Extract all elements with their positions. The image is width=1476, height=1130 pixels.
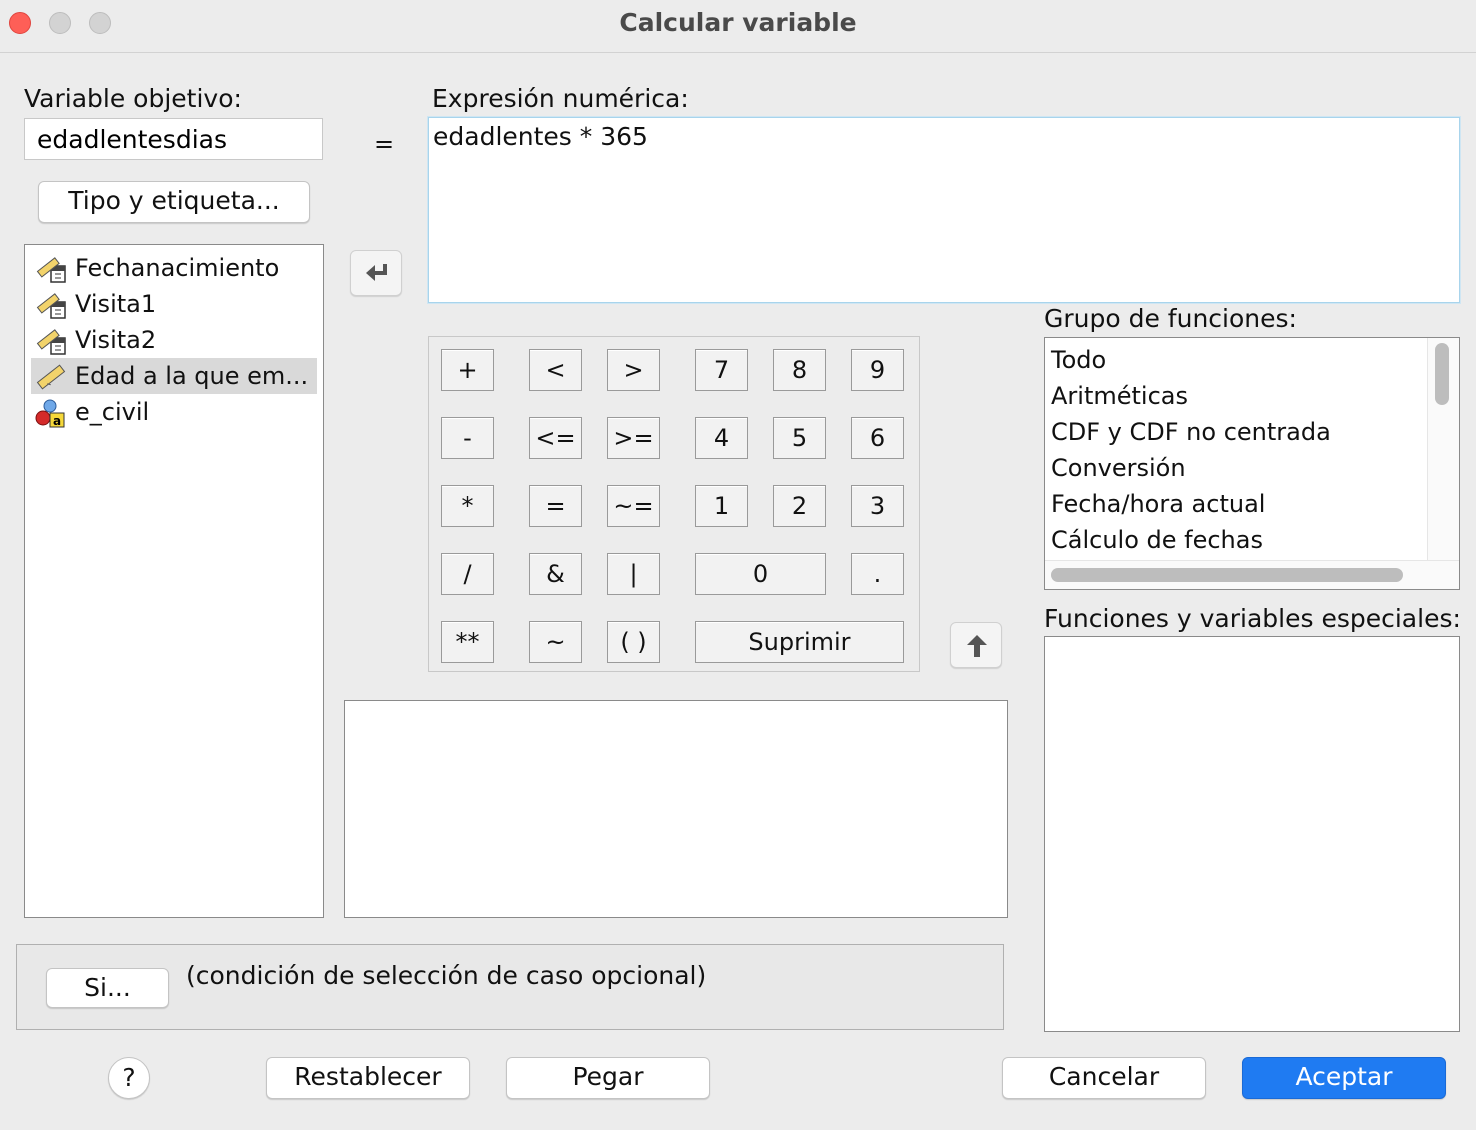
variable-item-fechanacimiento[interactable]: Fechanacimiento <box>31 250 317 286</box>
title-bar: Calcular variable <box>0 0 1476 53</box>
function-group-item[interactable]: Fecha/hora actual <box>1051 486 1265 522</box>
paste-button[interactable]: Pegar <box>506 1057 710 1099</box>
scale-date-icon <box>36 293 66 319</box>
key-minus[interactable]: - <box>441 417 494 459</box>
variable-item-e-civil[interactable]: a e_civil <box>31 394 317 430</box>
svg-text:a: a <box>53 414 61 428</box>
type-label-button[interactable]: Tipo y etiqueta... <box>38 181 310 223</box>
function-description-box <box>344 700 1008 918</box>
expression-textarea[interactable]: edadlentes * 365 <box>428 117 1460 303</box>
key-and[interactable]: & <box>529 553 582 595</box>
function-group-label: Grupo de funciones: <box>1044 304 1297 333</box>
calculator-keypad: + < > 7 8 9 - <= >= 4 5 6 * = ~= 1 2 3 /… <box>428 336 920 672</box>
key-greater-than[interactable]: > <box>607 349 660 391</box>
nominal-string-icon: a <box>35 399 65 428</box>
ruler-scale-icon <box>36 364 66 390</box>
expression-label: Expresión numérica: <box>432 84 689 113</box>
key-6[interactable]: 6 <box>851 417 904 459</box>
vertical-scrollbar[interactable] <box>1427 338 1459 560</box>
horizontal-scrollbar[interactable] <box>1045 560 1459 589</box>
target-variable-label: Variable objetivo: <box>24 84 242 113</box>
function-group-item[interactable]: Aritméticas <box>1051 378 1188 414</box>
function-group-list[interactable]: Todo Aritméticas CDF y CDF no centrada C… <box>1044 337 1460 590</box>
key-8[interactable]: 8 <box>773 349 826 391</box>
horizontal-scroll-thumb[interactable] <box>1051 568 1403 582</box>
function-group-item[interactable]: Todo <box>1051 342 1106 378</box>
key-equals[interactable]: = <box>529 485 582 527</box>
reset-button[interactable]: Restablecer <box>266 1057 470 1099</box>
variable-item-visita1[interactable]: Visita1 <box>31 286 317 322</box>
variable-list[interactable]: Fechanacimiento Visita1 Visita2 Edad a l… <box>24 244 324 918</box>
equals-sign: = <box>374 130 395 158</box>
key-plus[interactable]: + <box>441 349 494 391</box>
arrow-up-icon <box>967 635 987 657</box>
window-title: Calcular variable <box>619 8 857 37</box>
key-4[interactable]: 4 <box>695 417 748 459</box>
key-1[interactable]: 1 <box>695 485 748 527</box>
special-functions-list[interactable] <box>1044 636 1460 1032</box>
key-7[interactable]: 7 <box>695 349 748 391</box>
key-5[interactable]: 5 <box>773 417 826 459</box>
function-group-item[interactable]: Conversión <box>1051 450 1186 486</box>
function-group-item[interactable]: CDF y CDF no centrada <box>1051 414 1331 450</box>
key-power[interactable]: ** <box>441 621 494 663</box>
key-greater-equal[interactable]: >= <box>607 417 660 459</box>
ok-button[interactable]: Aceptar <box>1242 1057 1446 1099</box>
key-3[interactable]: 3 <box>851 485 904 527</box>
key-delete[interactable]: Suprimir <box>695 621 904 663</box>
key-less-than[interactable]: < <box>529 349 582 391</box>
move-function-up-button[interactable] <box>950 622 1002 668</box>
key-less-equal[interactable]: <= <box>529 417 582 459</box>
target-variable-input[interactable] <box>24 118 323 160</box>
key-multiply[interactable]: * <box>441 485 494 527</box>
key-2[interactable]: 2 <box>773 485 826 527</box>
vertical-scroll-thumb[interactable] <box>1435 343 1449 405</box>
help-button[interactable]: ? <box>108 1057 150 1099</box>
arrow-left-icon <box>366 264 387 281</box>
special-functions-label: Funciones y variables especiales: <box>1044 604 1461 633</box>
key-decimal[interactable]: . <box>851 553 904 595</box>
scale-date-icon <box>36 329 66 355</box>
condition-panel: Si... (condición de selección de caso op… <box>16 944 1004 1030</box>
key-parentheses[interactable]: ( ) <box>607 621 660 663</box>
key-not-equal[interactable]: ~= <box>607 485 660 527</box>
variable-item-visita2[interactable]: Visita2 <box>31 322 317 358</box>
key-9[interactable]: 9 <box>851 349 904 391</box>
key-or[interactable]: | <box>607 553 660 595</box>
key-divide[interactable]: / <box>441 553 494 595</box>
if-button[interactable]: Si... <box>46 968 169 1008</box>
variable-item-edad-selected[interactable]: Edad a la que em... <box>31 358 317 394</box>
scale-date-icon <box>36 257 66 283</box>
key-0[interactable]: 0 <box>695 553 826 595</box>
key-not[interactable]: ~ <box>529 621 582 663</box>
condition-text: (condición de selección de caso opcional… <box>186 961 707 990</box>
function-group-item[interactable]: Cálculo de fechas <box>1051 522 1263 558</box>
cancel-button[interactable]: Cancelar <box>1002 1057 1206 1099</box>
move-to-expression-button[interactable] <box>350 250 402 296</box>
